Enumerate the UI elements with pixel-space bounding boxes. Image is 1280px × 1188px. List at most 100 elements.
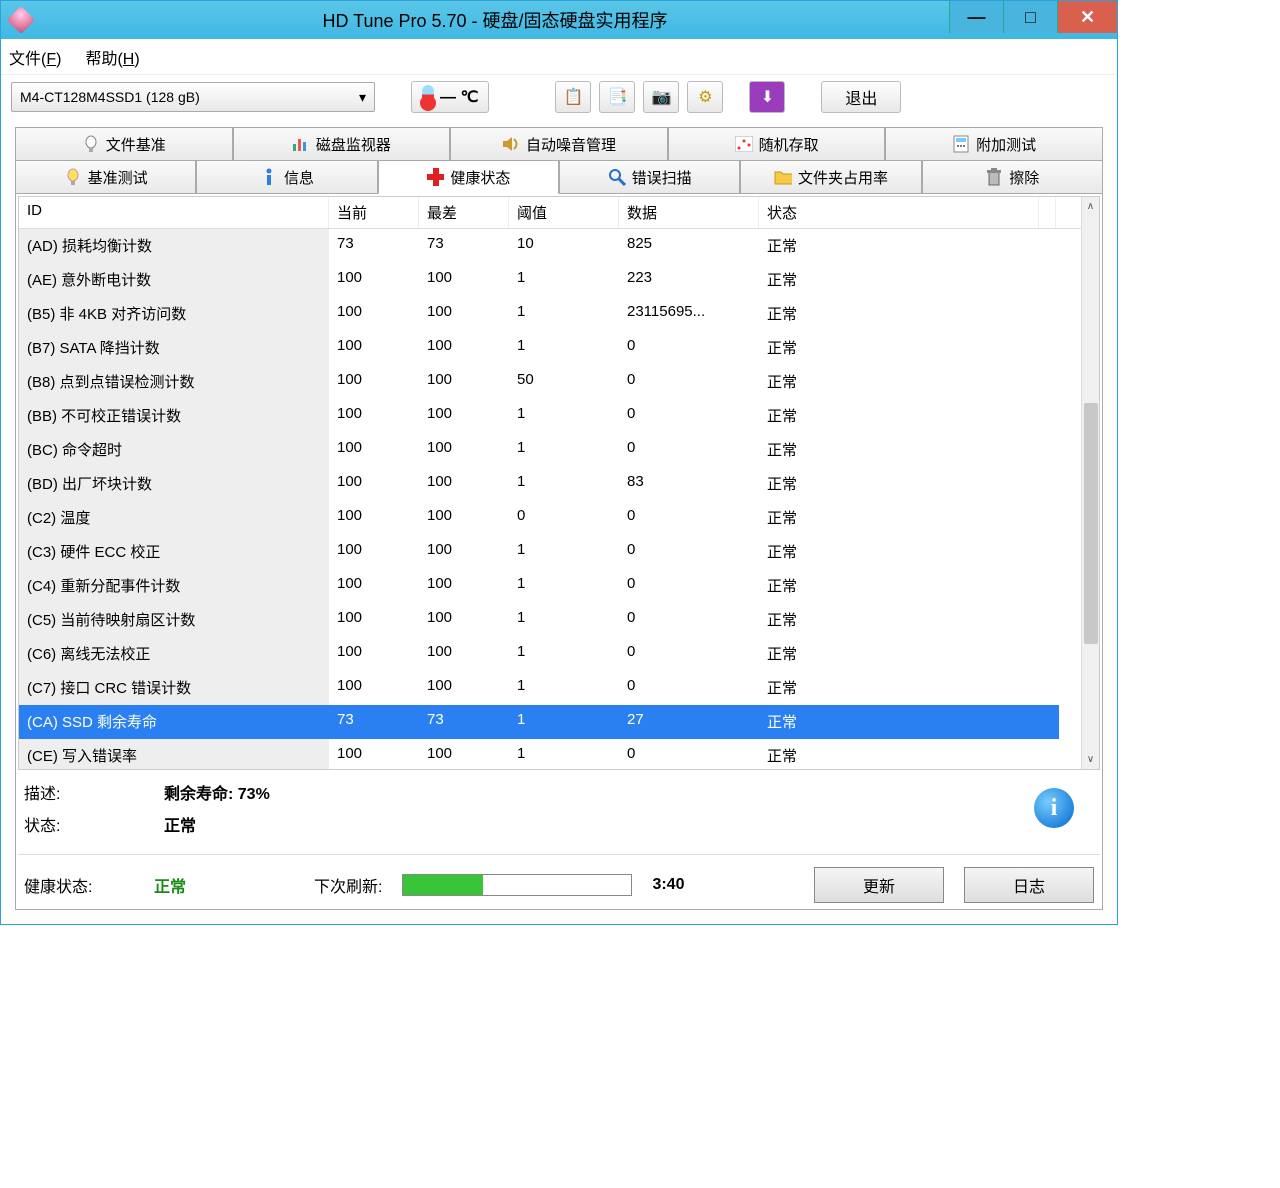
minimize-button[interactable]: — — [949, 1, 1003, 33]
tab-基准测试[interactable]: 基准测试 — [15, 160, 196, 194]
cell-w: 73 — [419, 229, 509, 263]
cell-d: 27 — [619, 705, 759, 739]
cell-w: 100 — [419, 671, 509, 705]
menu-help[interactable]: 帮助(H) — [85, 45, 139, 69]
screenshot-button[interactable]: 📷 — [643, 81, 679, 113]
cell-s: 正常 — [759, 297, 1059, 331]
copy-button[interactable]: 📋 — [555, 81, 591, 113]
drive-selected-text: M4-CT128M4SSD1 (128 gB) — [20, 89, 200, 105]
tab-健康状态[interactable]: 健康状态 — [378, 160, 559, 194]
cell-c: 73 — [329, 229, 419, 263]
cell-d: 0 — [619, 637, 759, 671]
col-id[interactable]: ID — [19, 197, 329, 228]
exit-button[interactable]: 退出 — [821, 81, 901, 113]
desc-value: 剩余寿命: 73% — [164, 780, 1034, 804]
cell-c: 100 — [329, 569, 419, 603]
detail-area: 描述: 剩余寿命: 73% i 状态: 正常 — [18, 770, 1100, 846]
table-row[interactable]: (CE) 写入错误率10010010正常 — [19, 739, 1099, 769]
tab-自动噪音管理[interactable]: 自动噪音管理 — [450, 127, 668, 161]
table-row[interactable]: (C7) 接口 CRC 错误计数10010010正常 — [19, 671, 1099, 705]
scrollbar[interactable]: ∧ ∨ — [1081, 197, 1099, 769]
cell-s: 正常 — [759, 603, 1059, 637]
table-row[interactable]: (CA) SSD 剩余寿命7373127正常 — [19, 705, 1099, 739]
cell-t: 1 — [509, 739, 619, 769]
table-row[interactable]: (C3) 硬件 ECC 校正10010010正常 — [19, 535, 1099, 569]
dropdown-arrow-icon: ▾ — [359, 89, 366, 106]
copy-stack-icon: 📑 — [607, 87, 627, 107]
table-row[interactable]: (AE) 意外断电计数1001001223正常 — [19, 263, 1099, 297]
table-row[interactable]: (C2) 温度10010000正常 — [19, 501, 1099, 535]
table-row[interactable]: (C5) 当前待映射扇区计数10010010正常 — [19, 603, 1099, 637]
cell-t: 1 — [509, 433, 619, 467]
tab-文件夹占用率[interactable]: 文件夹占用率 — [740, 160, 921, 194]
tab-信息[interactable]: 信息 — [196, 160, 377, 194]
tab-错误扫描[interactable]: 错误扫描 — [559, 160, 740, 194]
cell-c: 100 — [329, 501, 419, 535]
close-button[interactable]: ✕ — [1057, 1, 1117, 33]
col-status[interactable]: 状态 — [759, 197, 1039, 228]
cell-id: (CE) 写入错误率 — [19, 739, 329, 769]
cell-w: 100 — [419, 433, 509, 467]
cell-d: 23115695... — [619, 297, 759, 331]
tab-随机存取[interactable]: 随机存取 — [668, 127, 886, 161]
col-worst[interactable]: 最差 — [419, 197, 509, 228]
save-button[interactable]: ⬇ — [749, 81, 785, 113]
table-row[interactable]: (B7) SATA 降挡计数10010010正常 — [19, 331, 1099, 365]
cell-id: (BD) 出厂坏块计数 — [19, 467, 329, 501]
health-status-label: 健康状态: — [24, 873, 134, 897]
copy-all-button[interactable]: 📑 — [599, 81, 635, 113]
cell-s: 正常 — [759, 671, 1059, 705]
cell-id: (AE) 意外断电计数 — [19, 263, 329, 297]
scroll-up-icon[interactable]: ∧ — [1082, 197, 1100, 215]
cell-w: 100 — [419, 535, 509, 569]
speaker-icon — [502, 135, 520, 153]
log-button[interactable]: 日志 — [964, 867, 1094, 903]
col-threshold[interactable]: 阈值 — [509, 197, 619, 228]
table-row[interactable]: (B5) 非 4KB 对齐访问数100100123115695...正常 — [19, 297, 1099, 331]
gear-icon: ⚙ — [698, 87, 712, 107]
info-icon[interactable]: i — [1034, 788, 1074, 828]
scroll-thumb[interactable] — [1084, 403, 1098, 644]
col-data[interactable]: 数据 — [619, 197, 759, 228]
scroll-down-icon[interactable]: ∨ — [1082, 751, 1100, 769]
tab-文件基准[interactable]: 文件基准 — [15, 127, 233, 161]
cell-c: 100 — [329, 535, 419, 569]
menu-file[interactable]: 文件(F) — [9, 45, 61, 69]
cell-t: 1 — [509, 569, 619, 603]
settings-button[interactable]: ⚙ — [687, 81, 723, 113]
cell-d: 0 — [619, 739, 759, 769]
cell-s: 正常 — [759, 467, 1059, 501]
cell-w: 100 — [419, 399, 509, 433]
cell-d: 0 — [619, 501, 759, 535]
temperature-display: — ℃ — [411, 81, 489, 113]
cell-w: 100 — [419, 501, 509, 535]
table-row[interactable]: (BB) 不可校正错误计数10010010正常 — [19, 399, 1099, 433]
col-current[interactable]: 当前 — [329, 197, 419, 228]
cell-s: 正常 — [759, 705, 1059, 739]
cell-t: 1 — [509, 263, 619, 297]
plus-red-icon — [426, 168, 444, 186]
table-body: (AD) 损耗均衡计数737310825正常(AE) 意外断电计数1001001… — [19, 229, 1099, 769]
cell-w: 100 — [419, 739, 509, 769]
app-window: HD Tune Pro 5.70 - 硬盘/固态硬盘实用程序 — □ ✕ 文件(… — [0, 0, 1118, 925]
tab-擦除[interactable]: 擦除 — [922, 160, 1103, 194]
tab-磁盘监视器[interactable]: 磁盘监视器 — [233, 127, 451, 161]
table-row[interactable]: (B8) 点到点错误检测计数100100500正常 — [19, 365, 1099, 399]
table-row[interactable]: (AD) 损耗均衡计数737310825正常 — [19, 229, 1099, 263]
drive-select[interactable]: M4-CT128M4SSD1 (128 gB) ▾ — [11, 82, 375, 112]
tab-附加测试[interactable]: 附加测试 — [885, 127, 1103, 161]
table-row[interactable]: (BD) 出厂坏块计数100100183正常 — [19, 467, 1099, 501]
update-button[interactable]: 更新 — [814, 867, 944, 903]
table-row[interactable]: (BC) 命令超时10010010正常 — [19, 433, 1099, 467]
tab-label: 错误扫描 — [632, 167, 692, 188]
cell-id: (C7) 接口 CRC 错误计数 — [19, 671, 329, 705]
bars-icon — [292, 135, 310, 153]
table-row[interactable]: (C4) 重新分配事件计数10010010正常 — [19, 569, 1099, 603]
titlebar[interactable]: HD Tune Pro 5.70 - 硬盘/固态硬盘实用程序 — □ ✕ — [1, 1, 1117, 39]
cell-id: (C4) 重新分配事件计数 — [19, 569, 329, 603]
cell-id: (C6) 离线无法校正 — [19, 637, 329, 671]
table-row[interactable]: (C6) 离线无法校正10010010正常 — [19, 637, 1099, 671]
maximize-button[interactable]: □ — [1003, 1, 1057, 33]
cell-d: 223 — [619, 263, 759, 297]
dots-icon — [735, 135, 753, 153]
